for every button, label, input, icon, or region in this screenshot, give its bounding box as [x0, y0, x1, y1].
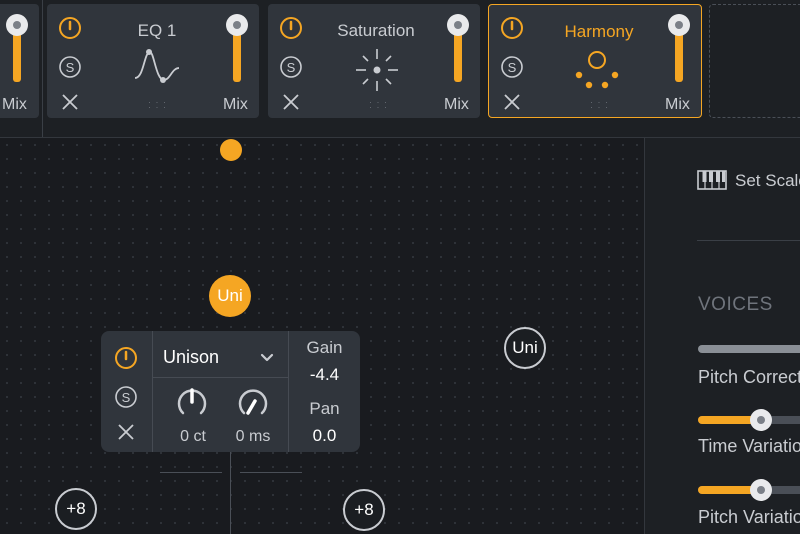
unison-module-panel: S Unison 0 ct 0 ms Gain -4.4 Pan 0.0: [101, 331, 360, 452]
panel-divider: [152, 377, 288, 378]
solo-icon[interactable]: S: [114, 385, 138, 409]
saturation-burst-icon: [356, 49, 398, 91]
module-title: Harmony: [564, 22, 634, 41]
module-title: EQ 1: [137, 21, 177, 40]
unison-node-active[interactable]: Uni: [209, 275, 251, 317]
drag-handle[interactable]: · · · · · ·: [590, 98, 609, 112]
power-icon[interactable]: [58, 16, 82, 40]
unison-node-inactive[interactable]: Uni: [504, 327, 546, 369]
close-icon[interactable]: [61, 93, 79, 111]
mix-fader-knob[interactable]: [226, 14, 248, 36]
mix-label: Mix: [444, 96, 469, 113]
gain-value[interactable]: -4.4: [289, 365, 360, 385]
slider-thumb[interactable]: [750, 409, 772, 431]
module-card-saturation[interactable]: S Saturation · · · · · · Mix: [268, 4, 480, 118]
voice-count-node[interactable]: +8: [55, 488, 97, 530]
mix-fader-knob[interactable]: [6, 14, 28, 36]
delay-knob-value: 0 ms: [235, 428, 271, 445]
pitch-correction-label: Pitch Correction: [698, 367, 800, 387]
set-scale-label: Set Scale: [735, 171, 800, 190]
drag-handle[interactable]: · · · · · ·: [148, 98, 167, 112]
module-title: Saturation: [337, 21, 415, 40]
voice-count-node[interactable]: +8: [343, 489, 385, 531]
mix-fader-knob[interactable]: [668, 14, 690, 36]
solo-icon[interactable]: S: [279, 55, 303, 79]
routing-line: [230, 452, 231, 534]
gain-label: Gain: [306, 338, 343, 357]
power-icon[interactable]: [500, 16, 524, 40]
set-scale-button[interactable]: Set Scale: [697, 168, 800, 194]
svg-text:S: S: [66, 60, 75, 75]
mode-dropdown-value: Unison: [163, 347, 220, 367]
voices-heading: VOICES: [698, 294, 773, 315]
harmony-icon: [575, 51, 619, 89]
delay-knob[interactable]: [236, 385, 270, 419]
pan-label: Pan: [309, 399, 340, 418]
pitch-variation-slider[interactable]: [698, 479, 800, 501]
svg-text:S: S: [122, 390, 131, 405]
svg-text:S: S: [508, 60, 517, 75]
connector-dot[interactable]: [220, 139, 242, 161]
drag-handle[interactable]: · · · · · ·: [369, 98, 388, 112]
chevron-down-icon: [260, 353, 274, 362]
pitch-variation-label: Pitch Variation: [698, 507, 800, 527]
divider: [42, 0, 43, 137]
mix-label: Mix: [2, 96, 27, 113]
module-card-eq1[interactable]: S EQ 1 · · · · · · Mix: [47, 4, 259, 118]
right-settings-panel: Set Scale VOICES Pitch Correction Time V…: [645, 138, 800, 534]
mode-dropdown[interactable]: Unison: [153, 331, 288, 377]
module-card-harmony[interactable]: S Harmony · · · · · · Mix: [488, 4, 702, 118]
solo-icon[interactable]: S: [58, 55, 82, 79]
mix-label: Mix: [223, 96, 248, 113]
close-icon[interactable]: [282, 93, 300, 111]
solo-icon[interactable]: S: [500, 55, 524, 79]
pan-value[interactable]: 0.0: [289, 426, 360, 446]
module-card-partial[interactable]: Mix: [0, 4, 39, 118]
detune-knob[interactable]: [175, 385, 209, 419]
routing-line: [240, 472, 302, 473]
piano-keys-icon: [697, 170, 727, 190]
time-variation-slider[interactable]: [698, 409, 800, 431]
svg-text:S: S: [287, 60, 296, 75]
close-icon[interactable]: [117, 423, 135, 441]
mix-fader-knob[interactable]: [447, 14, 469, 36]
mix-label: Mix: [665, 96, 690, 113]
power-icon[interactable]: [114, 346, 138, 370]
module-chain-bar: Mix S EQ 1 · · · · · · Mix S Saturation ·…: [0, 0, 800, 138]
empty-module-slot[interactable]: [709, 4, 800, 118]
divider: [697, 240, 800, 241]
pitch-correction-slider[interactable]: [698, 345, 800, 353]
routing-line: [160, 472, 222, 473]
time-variation-label: Time Variation: [698, 436, 800, 456]
power-icon[interactable]: [279, 16, 303, 40]
eq-curve-icon: [134, 49, 180, 83]
detune-knob-value: 0 ct: [180, 428, 206, 445]
slider-thumb[interactable]: [750, 479, 772, 501]
close-icon[interactable]: [503, 93, 521, 111]
